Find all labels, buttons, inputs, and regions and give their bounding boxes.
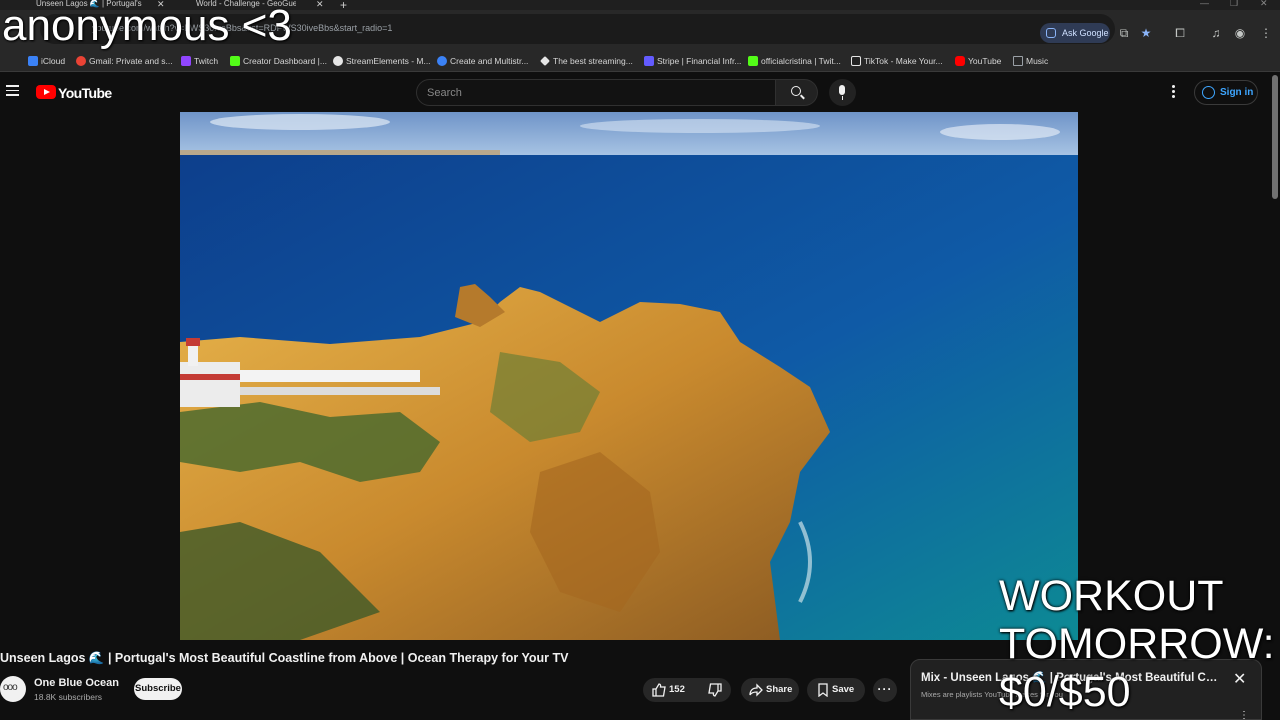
sign-in-label: Sign in bbox=[1220, 87, 1254, 98]
share-button[interactable]: Share bbox=[741, 678, 799, 702]
browser-menu-icon[interactable]: ⋮ bbox=[1259, 26, 1273, 40]
ask-google-button[interactable]: Ask Google bbox=[1040, 23, 1110, 43]
search-input[interactable] bbox=[427, 85, 757, 101]
account-icon bbox=[1202, 86, 1215, 99]
kick-icon bbox=[748, 56, 758, 66]
thumbs-up-icon bbox=[652, 683, 666, 697]
subscribe-button[interactable]: Subscribe bbox=[134, 678, 182, 700]
bookmark-item[interactable]: Create and Multistr... bbox=[437, 54, 528, 68]
youtube-header: YouTube Sign in bbox=[0, 73, 1280, 113]
stream-overlay-goal: WORKOUT TOMORROW: $0/$50 bbox=[999, 572, 1280, 716]
channel-name[interactable]: One Blue Ocean bbox=[34, 677, 119, 689]
close-window-icon[interactable]: ✕ bbox=[1260, 0, 1268, 9]
voice-search-button[interactable] bbox=[829, 79, 856, 106]
goal-line: TOMORROW: bbox=[999, 620, 1275, 668]
video-title: Unseen Lagos 🌊 | Portugal's Most Beautif… bbox=[0, 651, 569, 665]
search-box[interactable] bbox=[416, 79, 776, 106]
like-button[interactable]: 152 bbox=[643, 678, 701, 702]
ask-google-label: Ask Google bbox=[1062, 28, 1109, 38]
more-actions-button[interactable]: ··· bbox=[873, 678, 897, 702]
streamelements-icon bbox=[333, 56, 343, 66]
share-label: Share bbox=[766, 684, 793, 695]
settings-menu-icon[interactable] bbox=[1172, 85, 1176, 99]
stream-overlay-name: anonymous <3 bbox=[2, 1, 292, 50]
channel-avatar[interactable] bbox=[0, 676, 26, 702]
save-button[interactable]: Save bbox=[807, 678, 865, 702]
tiktok-icon bbox=[851, 56, 861, 66]
distant-coast bbox=[180, 150, 500, 155]
search-icon bbox=[791, 86, 801, 96]
subscriber-count: 18.8K subscribers bbox=[34, 692, 103, 702]
thumbs-down-icon bbox=[708, 683, 722, 697]
bookmark-folder[interactable]: Music bbox=[1013, 54, 1048, 68]
bookmark-item[interactable]: The best streaming... bbox=[540, 54, 633, 68]
install-app-icon[interactable]: ⧉ bbox=[1117, 26, 1131, 40]
bookmark-item[interactable]: StreamElements - M... bbox=[333, 54, 431, 68]
maximize-window-icon[interactable]: ❐ bbox=[1230, 0, 1238, 9]
stripe-icon bbox=[644, 56, 654, 66]
search-button[interactable] bbox=[776, 79, 818, 106]
bookmark-item[interactable]: Stripe | Financial Infr... bbox=[644, 54, 741, 68]
folder-icon bbox=[1013, 56, 1023, 66]
twitch-icon bbox=[181, 56, 191, 66]
kick-icon bbox=[230, 56, 240, 66]
restream-icon bbox=[437, 56, 447, 66]
share-icon bbox=[749, 683, 763, 697]
google-lens-icon bbox=[1046, 28, 1056, 38]
video-player[interactable] bbox=[180, 112, 1078, 640]
bookmark-item[interactable]: iCloud bbox=[28, 54, 65, 68]
microphone-icon bbox=[839, 85, 845, 95]
gmail-icon bbox=[76, 56, 86, 66]
bookmark-item[interactable]: officialcristina | Twit... bbox=[748, 54, 841, 68]
hamburger-menu-icon[interactable] bbox=[6, 85, 19, 96]
video-frame bbox=[180, 112, 1078, 640]
bookmark-icon bbox=[818, 683, 828, 697]
icloud-icon bbox=[28, 56, 38, 66]
goal-progress: $0/$50 bbox=[999, 668, 1131, 716]
sign-in-button[interactable]: Sign in bbox=[1194, 80, 1258, 105]
goal-line: WORKOUT bbox=[999, 572, 1224, 620]
profile-icon[interactable]: ◉ bbox=[1233, 26, 1247, 40]
scrollbar-thumb[interactable] bbox=[1272, 75, 1278, 199]
save-label: Save bbox=[832, 684, 855, 695]
bookmark-item[interactable]: Creator Dashboard |... bbox=[230, 54, 327, 68]
media-control-icon[interactable]: ♫ bbox=[1209, 26, 1223, 40]
bookmarks-bar: iCloud Gmail: Private and s... Twitch Cr… bbox=[0, 50, 1280, 72]
close-tab-icon[interactable]: ✕ bbox=[316, 0, 324, 10]
like-count: 152 bbox=[669, 684, 685, 695]
extensions-icon[interactable]: ⧠ bbox=[1173, 26, 1187, 40]
youtube-wordmark[interactable]: YouTube bbox=[58, 85, 112, 101]
bookmark-item[interactable]: Gmail: Private and s... bbox=[76, 54, 173, 68]
youtube-logo-icon[interactable] bbox=[36, 85, 56, 99]
bookmark-star-icon[interactable]: ★ bbox=[1139, 26, 1153, 40]
youtube-icon bbox=[955, 56, 965, 66]
minimize-window-icon[interactable]: — bbox=[1200, 0, 1209, 8]
streaming-site-icon bbox=[540, 56, 550, 66]
bookmark-item[interactable]: TikTok - Make Your... bbox=[851, 54, 943, 68]
dislike-button[interactable] bbox=[701, 678, 731, 702]
bookmark-item[interactable]: YouTube bbox=[955, 54, 1001, 68]
bookmark-item[interactable]: Twitch bbox=[181, 54, 218, 68]
